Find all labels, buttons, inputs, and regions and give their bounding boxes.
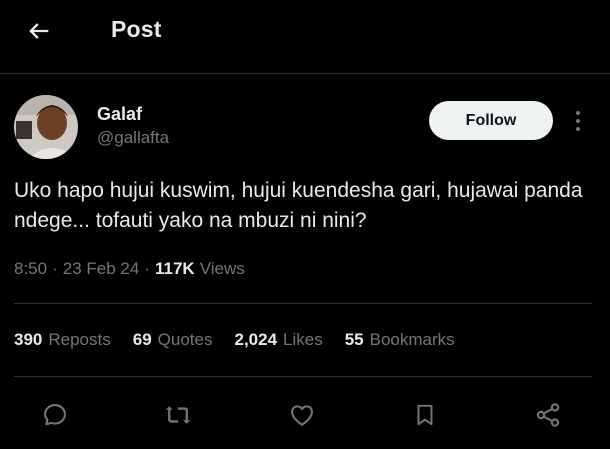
repost-icon (165, 406, 191, 424)
stat-label: Quotes (157, 330, 213, 349)
top-bar: Post (0, 0, 610, 74)
author-display-name[interactable]: Galaf (97, 104, 142, 125)
post-time[interactable]: 8:50 (14, 259, 47, 279)
avatar[interactable] (14, 95, 78, 159)
divider (14, 303, 592, 304)
author-handle[interactable]: @gallafta (97, 128, 169, 148)
follow-button[interactable]: Follow (429, 101, 553, 140)
reply-icon (44, 404, 66, 426)
meta-separator: · (52, 259, 58, 278)
more-options-icon[interactable] (568, 106, 588, 136)
bookmark-button[interactable] (405, 393, 445, 437)
like-icon (291, 405, 313, 426)
repost-button[interactable] (158, 393, 198, 437)
bookmark-icon (417, 404, 433, 426)
arrow-left-icon (29, 23, 49, 39)
back-button[interactable] (22, 14, 56, 48)
stat-label: Reposts (48, 330, 111, 349)
post-date[interactable]: 23 Feb 24 (63, 259, 140, 279)
stat-reposts[interactable]: 390 Reposts (14, 330, 111, 350)
avatar-image (14, 95, 78, 159)
post-text: Uko hapo hujui kuswim, hujui kuendesha g… (14, 179, 583, 232)
engagement-stats: 390 Reposts 69 Quotes 2,024 Likes 55 Boo… (14, 330, 477, 350)
action-bar (0, 393, 610, 437)
reply-button[interactable] (35, 393, 75, 437)
meta-separator: · (144, 259, 150, 278)
stat-likes[interactable]: 2,024 Likes (234, 330, 322, 350)
views-label: Views (199, 259, 245, 278)
like-button[interactable] (282, 393, 322, 437)
divider (14, 376, 592, 377)
stat-count: 69 (132, 330, 152, 349)
stat-label: Bookmarks (369, 330, 455, 349)
stat-quotes[interactable]: 69 Quotes (133, 330, 213, 350)
share-icon (536, 403, 560, 427)
stat-label: Likes (283, 330, 323, 349)
stat-count: 2,024 (234, 330, 278, 349)
stat-count: 390 (14, 330, 43, 349)
stat-bookmarks[interactable]: 55 Bookmarks (345, 330, 455, 350)
post-meta: 8:50 · 23 Feb 24 · 117K Views (14, 259, 245, 279)
page-title: Post (111, 16, 162, 42)
stat-count: 55 (344, 330, 364, 349)
views-count: 117K (155, 259, 195, 278)
share-button[interactable] (528, 393, 568, 437)
